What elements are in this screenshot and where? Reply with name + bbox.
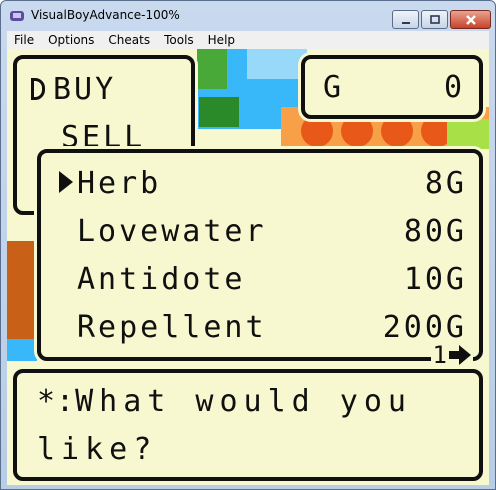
item-name: Repellent	[77, 310, 267, 345]
item-name: Herb	[77, 166, 162, 201]
item-name: Lovewater	[77, 214, 267, 249]
dialog-line-1: *:What would you	[37, 387, 412, 417]
selection-cursor-icon	[59, 171, 73, 193]
dialog-text-1: What would you	[75, 384, 412, 419]
dialog-box[interactable]: *:What would you like?	[13, 369, 483, 481]
minimize-button[interactable]	[392, 10, 419, 29]
gameboy-app-icon	[10, 11, 24, 21]
item-name: Antidote	[77, 262, 246, 297]
dialog-text-2: like?	[37, 432, 158, 467]
list-item-herb[interactable]: Herb 8G	[77, 169, 467, 201]
maximize-icon	[429, 14, 440, 24]
item-price: 200G	[382, 310, 467, 345]
window-title: VisualBoyAdvance-100%	[31, 8, 180, 22]
page-indicator: 1	[430, 341, 473, 369]
gold-display: G 0	[301, 55, 483, 119]
menu-tools[interactable]: Tools	[157, 31, 201, 49]
maximize-button[interactable]	[421, 10, 448, 29]
buy-cursor-icon	[31, 78, 45, 100]
speaker-label: *:	[37, 384, 76, 419]
menu-cheats[interactable]: Cheats	[101, 31, 157, 49]
arrow-right-icon[interactable]	[449, 345, 471, 365]
gold-label: G	[323, 70, 345, 105]
menu-file[interactable]: File	[7, 31, 41, 49]
item-price: 10G	[403, 262, 467, 297]
item-price: 8G	[424, 166, 467, 201]
list-item-antidote[interactable]: Antidote 10G	[77, 265, 467, 297]
buy-option[interactable]: BUY	[53, 75, 116, 105]
item-list: Herb 8G Lovewater 80G Antidote 10G Repel…	[37, 149, 483, 367]
page-number: 1	[432, 341, 447, 369]
menu-help[interactable]: Help	[201, 31, 242, 49]
title-bar[interactable]: VisualBoyAdvance-100%	[1, 1, 495, 31]
minimize-icon	[401, 21, 410, 24]
gold-value: 0	[443, 70, 465, 105]
menu-bar: File Options Cheats Tools Help	[7, 31, 489, 49]
menu-options[interactable]: Options	[41, 31, 101, 49]
close-button[interactable]	[450, 10, 491, 29]
list-item-lovewater[interactable]: Lovewater 80G	[77, 217, 467, 249]
item-price: 80G	[403, 214, 467, 249]
list-item-repellent[interactable]: Repellent 200G	[77, 313, 467, 345]
emulator-window: VisualBoyAdvance-100% File Options Cheat…	[0, 0, 496, 490]
close-icon	[465, 14, 476, 25]
game-screen[interactable]: BUY SELL G 0 Herb 8G Lovewater 80G Antid…	[7, 49, 489, 485]
